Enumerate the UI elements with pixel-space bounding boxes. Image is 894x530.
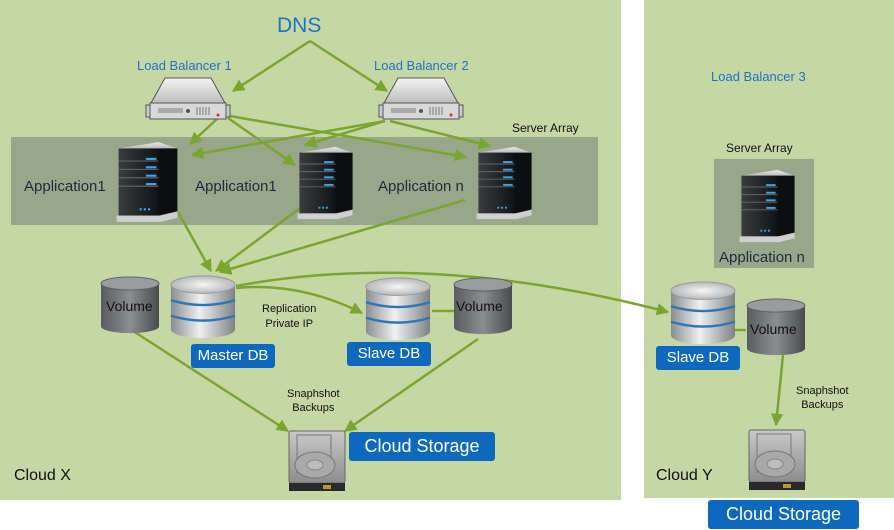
server-tower-icon-2 <box>294 145 358 221</box>
cloud-x-label: Cloud X <box>14 467 71 484</box>
app-label-n: Application n <box>378 178 464 195</box>
load-balancer-3-label: Load Balancer 3 <box>711 69 806 84</box>
cloud-y-label: Cloud Y <box>656 467 713 484</box>
load-balancer-1-icon <box>145 77 231 120</box>
app-label-y: Application n <box>719 249 805 266</box>
load-balancer-2-label: Load Balancer 2 <box>374 58 469 73</box>
volume-label-x1: Volume <box>106 298 153 314</box>
arrow-lb2-appn <box>389 119 492 150</box>
cloud-storage-label-x: Cloud Storage <box>349 432 495 461</box>
volume-label-y: Volume <box>750 321 797 337</box>
volume-label-x2: Volume <box>456 298 503 314</box>
server-array-label-y: Server Array <box>726 141 793 155</box>
slave-db-y-icon <box>669 281 737 345</box>
replication-label: Replication Private IP <box>262 303 317 330</box>
slave-db-x-label: Slave DB <box>347 342 431 366</box>
slave-db-y-label: Slave DB <box>656 346 740 370</box>
arrow-volume-y-storage <box>770 344 786 427</box>
load-balancer-1-label: Load Balancer 1 <box>137 58 232 73</box>
cloud-storage-hdd-icon-x <box>286 429 348 493</box>
server-array-label-x: Server Array <box>512 121 579 135</box>
load-balancer-2-icon <box>378 77 464 120</box>
snapshot-label-x: Snaphshot Backups <box>287 388 340 414</box>
master-db-label: Master DB <box>191 344 275 368</box>
master-db-icon <box>169 274 237 340</box>
app-label-1: Application1 <box>24 178 106 195</box>
app-label-2: Application1 <box>195 178 277 195</box>
server-tower-icon-y <box>736 168 800 244</box>
server-tower-icon-1 <box>113 140 183 224</box>
slave-db-x-icon <box>364 276 432 342</box>
cloud-storage-label-y: Cloud Storage <box>708 500 859 529</box>
cloud-storage-hdd-icon-y <box>746 428 808 492</box>
server-tower-icon-n <box>473 145 537 221</box>
snapshot-label-y: Snaphshot Backups <box>796 385 849 411</box>
dns-label: DNS <box>277 14 322 37</box>
arrow-dns-lb1 <box>231 39 311 93</box>
